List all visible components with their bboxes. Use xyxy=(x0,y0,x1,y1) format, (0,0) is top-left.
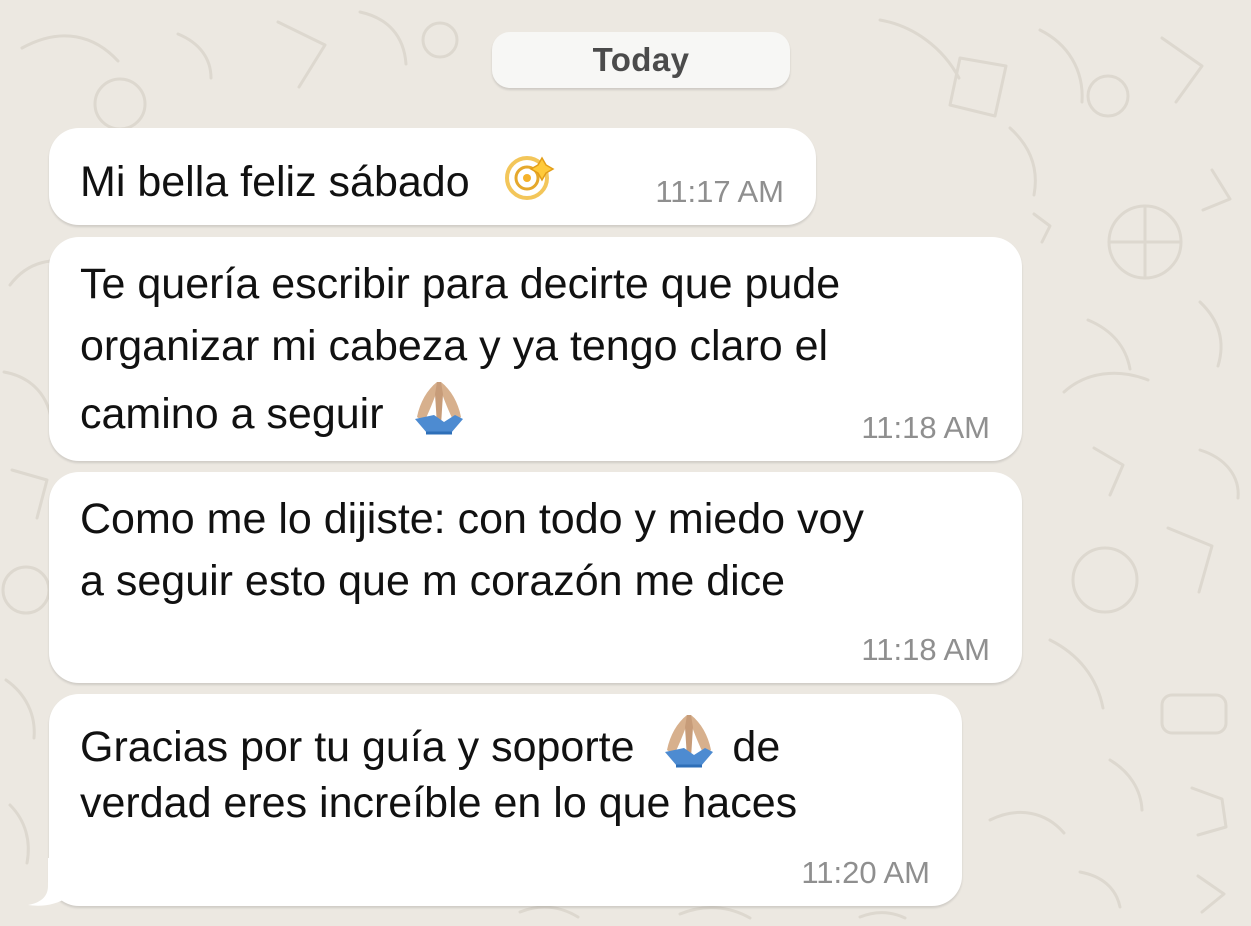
message-line: Te quería escribir para decirte que pude xyxy=(80,260,841,308)
message-text: Te quería escribir para decirte que pude… xyxy=(80,253,840,439)
message-text: Gracias por tu guía y soporte de verdad … xyxy=(80,710,797,834)
message-line: a seguir esto que m corazón me dice xyxy=(80,557,786,605)
message-line: organizar mi cabeza y ya tengo claro el xyxy=(80,322,829,370)
dizzy-icon xyxy=(494,144,558,225)
folded-hands-icon xyxy=(408,377,470,456)
message-bubble-1[interactable]: Mi bella feliz sábado 11:17 AM xyxy=(49,128,816,225)
message-bubble-3[interactable]: Como me lo dijiste: con todo y miedo voy… xyxy=(49,472,1022,683)
date-separator: Today xyxy=(492,32,790,88)
message-time: 11:18 AM xyxy=(861,632,990,667)
message-text: Como me lo dijiste: con todo y miedo voy… xyxy=(80,488,864,612)
message-line: Mi bella feliz sábado xyxy=(80,157,470,206)
message-text: Mi bella feliz sábado xyxy=(80,144,558,206)
message-line: Gracias por tu guía y soporte xyxy=(80,722,635,771)
message-time: 11:20 AM xyxy=(801,855,930,890)
message-line: verdad eres increíble en lo que haces xyxy=(80,779,798,827)
message-line: camino a seguir xyxy=(80,389,384,438)
message-line: de xyxy=(732,722,781,771)
message-line: Como me lo dijiste: con todo y miedo voy xyxy=(80,495,864,543)
message-bubble-2[interactable]: Te quería escribir para decirte que pude… xyxy=(49,237,1022,461)
message-time: 11:17 AM xyxy=(655,174,784,209)
message-time: 11:18 AM xyxy=(861,410,990,445)
message-bubble-4[interactable]: Gracias por tu guía y soporte de verdad … xyxy=(49,694,962,906)
